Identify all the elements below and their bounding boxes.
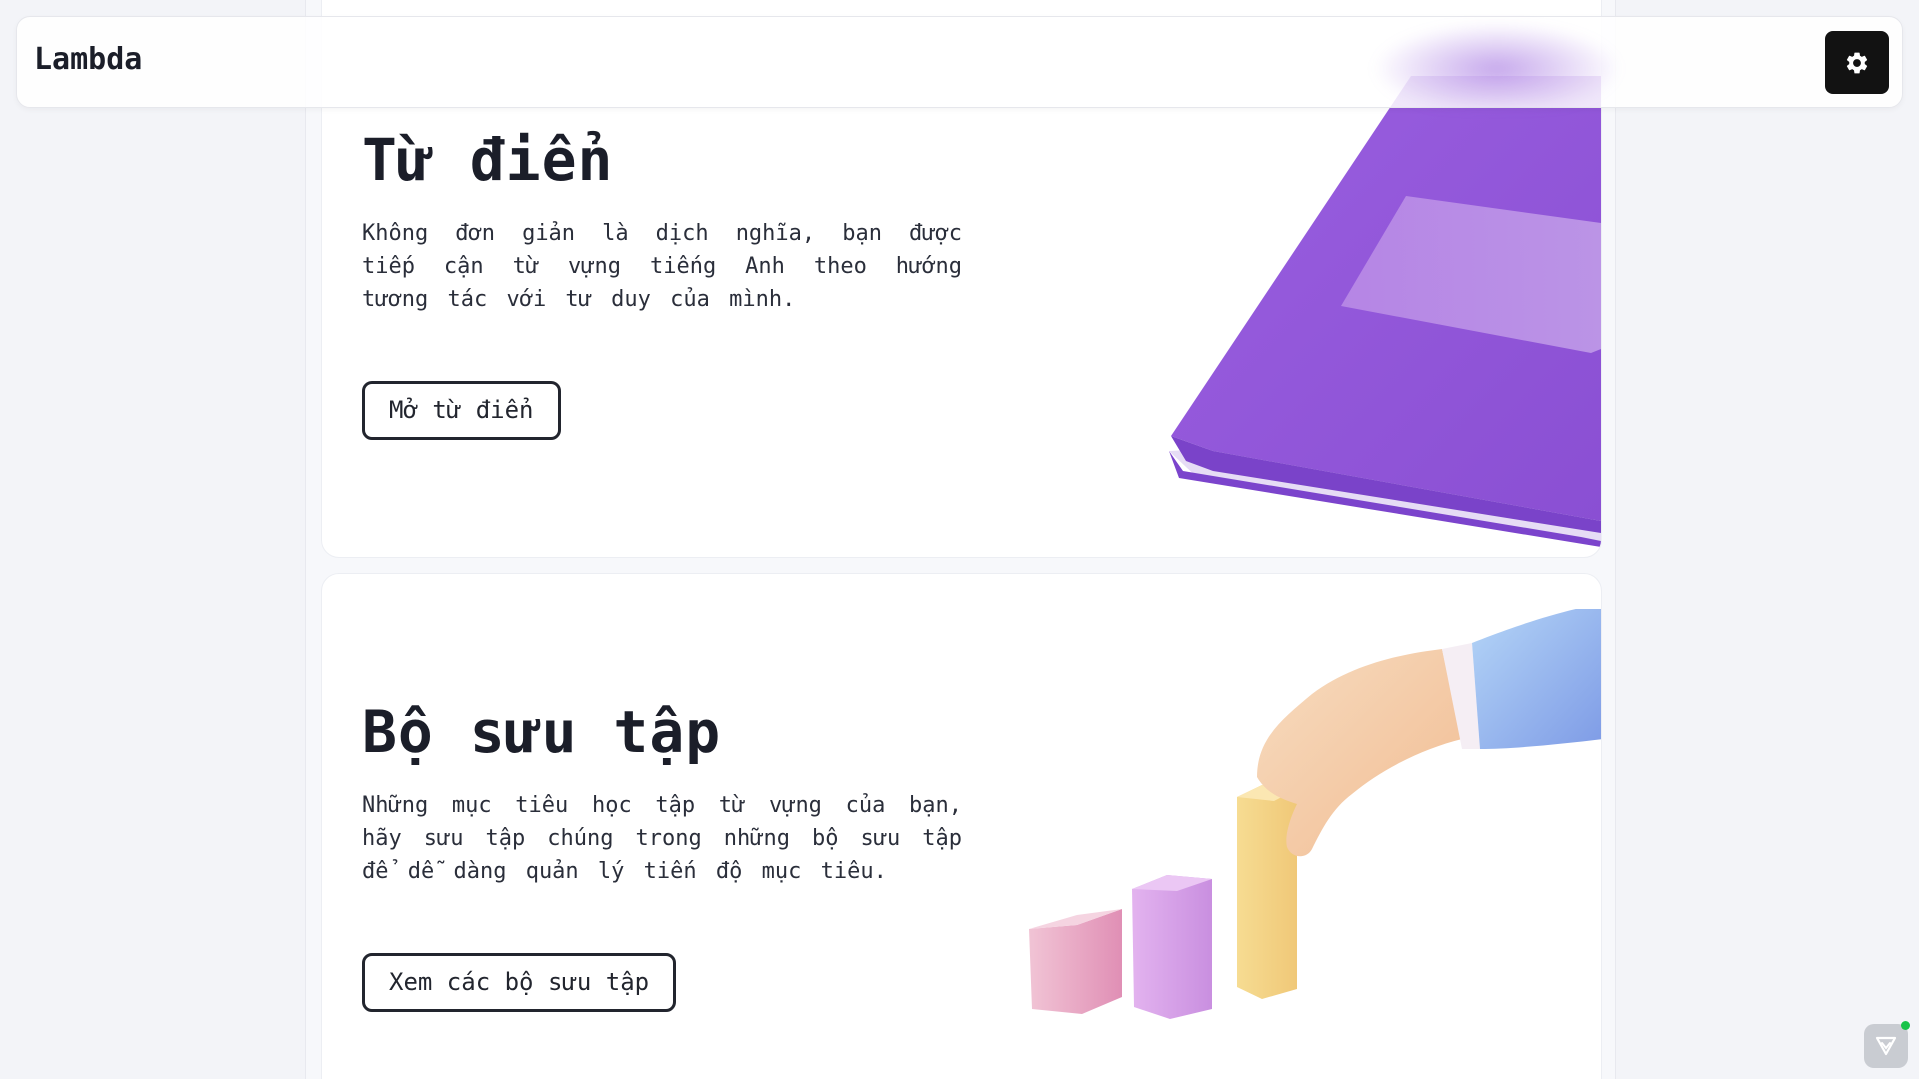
brand-logo[interactable]: Lambda: [34, 42, 142, 77]
gear-icon: [1846, 52, 1868, 73]
collections-description: Những mục tiêu học tập từ vựng của bạn, …: [362, 792, 962, 884]
collections-card: Bộ sưu tập Những mục tiêu học tập từ vựn…: [321, 573, 1602, 1079]
collections-text: Bộ sưu tập Những mục tiêu học tập từ vựn…: [362, 698, 962, 888]
header-blur-overlay: [1372, 22, 1622, 107]
open-dictionary-button[interactable]: Mở từ điển: [362, 381, 561, 440]
page: Từ điển Không đơn giản là dịch nghĩa, bạ…: [0, 0, 1919, 1079]
hand-stacking-bars-illustration: [1029, 609, 1601, 1019]
collections-title: Bộ sưu tập: [362, 698, 722, 766]
content-column: Từ điển Không đơn giản là dịch nghĩa, bạ…: [305, 0, 1616, 1079]
settings-button[interactable]: [1825, 31, 1889, 94]
assistant-widget-button[interactable]: [1864, 1021, 1910, 1068]
view-collections-button[interactable]: Xem các bộ sưu tập: [362, 953, 677, 1012]
dictionary-description: Không đơn giản là dịch nghĩa, bạn được t…: [362, 220, 962, 312]
status-dot: [1901, 1021, 1910, 1030]
top-header: Lambda: [16, 16, 1903, 108]
dictionary-text: Từ điển Không đơn giản là dịch nghĩa, bạ…: [362, 126, 962, 316]
dictionary-title: Từ điển: [362, 126, 614, 194]
assistant-icon: [1875, 1036, 1897, 1056]
